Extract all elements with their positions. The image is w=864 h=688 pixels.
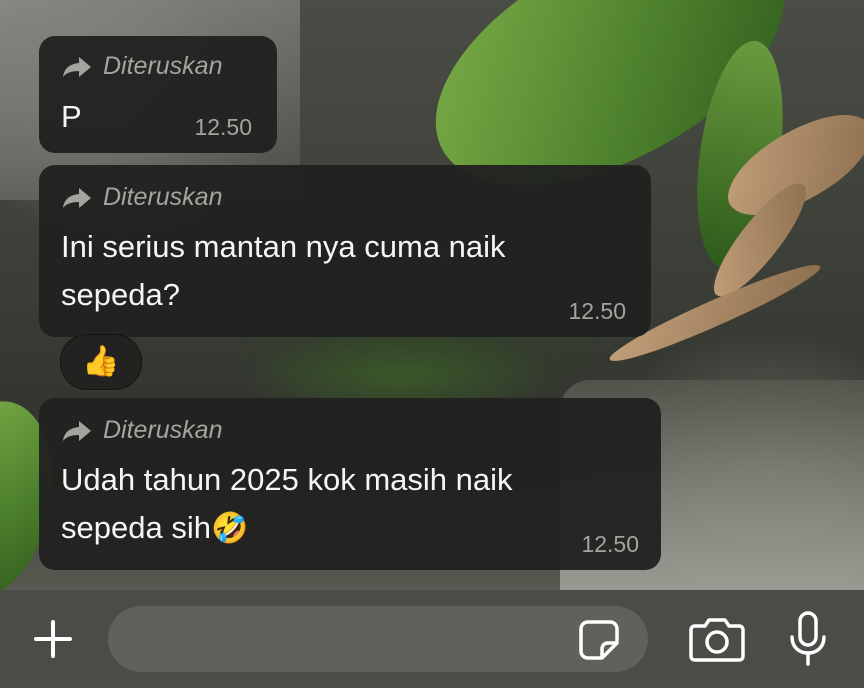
message-time: 12.50	[568, 298, 626, 324]
message-bubble[interactable]: Diteruskan Udah tahun 2025 kok masih nai…	[39, 398, 661, 570]
message-bubble[interactable]: Diteruskan Ini serius mantan nya cuma na…	[39, 165, 651, 337]
forward-arrow-icon	[63, 420, 91, 441]
message-text: Ini serius mantan nya cuma naik sepeda?	[61, 229, 506, 312]
message-text: P	[61, 99, 82, 134]
message-reaction[interactable]: 👍	[60, 334, 142, 390]
message-time: 12.50	[194, 114, 252, 140]
plus-icon	[34, 620, 72, 658]
message-text-body: Udah tahun 2025 kok masih naik sepeda si…	[61, 462, 513, 545]
forwarded-label: Diteruskan	[103, 416, 223, 444]
forwarded-indicator: Diteruskan	[61, 183, 223, 212]
message-bubble[interactable]: Diteruskan P 12.50	[39, 36, 277, 153]
rolling-laughing-emoji: 🤣	[210, 512, 249, 545]
message-time: 12.50	[581, 531, 639, 557]
microphone-icon	[790, 611, 826, 666]
forward-arrow-icon	[63, 56, 91, 77]
camera-button[interactable]	[686, 612, 748, 666]
sticker-icon	[579, 620, 619, 660]
message-input-bar	[0, 590, 864, 688]
message-text: Udah tahun 2025 kok masih naik sepeda si…	[61, 456, 621, 553]
forwarded-label: Diteruskan	[103, 183, 223, 211]
sticker-button[interactable]	[575, 616, 623, 664]
camera-icon	[689, 618, 745, 662]
voice-message-button[interactable]	[780, 606, 836, 672]
forward-arrow-icon	[63, 187, 91, 208]
message-input[interactable]	[108, 606, 648, 672]
forwarded-indicator: Diteruskan	[61, 52, 223, 81]
forwarded-indicator: Diteruskan	[61, 416, 223, 445]
forwarded-label: Diteruskan	[103, 52, 223, 80]
thumbs-up-reaction-icon: 👍	[82, 345, 120, 378]
attach-button[interactable]	[24, 610, 82, 668]
